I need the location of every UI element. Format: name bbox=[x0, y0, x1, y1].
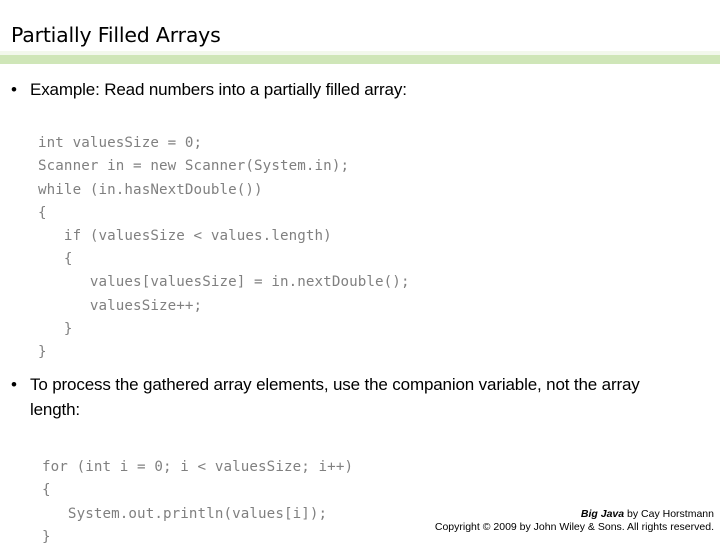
footer-byline: by Cay Horstmann bbox=[624, 508, 714, 520]
bullet-text-2: To process the gathered array elements, … bbox=[30, 375, 640, 419]
slide: Partially Filled Arrays • Example: Read … bbox=[0, 0, 720, 545]
footer-copyright: Copyright © 2009 by John Wiley & Sons. A… bbox=[434, 521, 714, 533]
bullet-row: • To process the gathered array elements… bbox=[0, 372, 690, 422]
bullet-row: • Example: Read numbers into a partially… bbox=[0, 77, 700, 102]
footer-book-title: Big Java bbox=[580, 508, 625, 520]
footer-attribution: Big Java by Cay Horstmann bbox=[435, 508, 714, 521]
bullet-marker-icon: • bbox=[11, 80, 17, 99]
bullet-item-1: • Example: Read numbers into a partially… bbox=[0, 77, 700, 102]
code-block-read-numbers: int valuesSize = 0; Scanner in = new Sca… bbox=[38, 135, 410, 361]
bullet-marker-icon: • bbox=[11, 375, 17, 394]
page-title: Partially Filled Arrays bbox=[11, 23, 221, 47]
slide-footer: Big Java by Cay Horstmann Copyright © 20… bbox=[435, 508, 714, 534]
bullet-text-1: Example: Read numbers into a partially f… bbox=[30, 80, 407, 99]
title-divider bbox=[0, 55, 720, 64]
code-block-process-elements: for (int i = 0; i < valuesSize; i++) { S… bbox=[42, 459, 354, 545]
bullet-item-2: • To process the gathered array elements… bbox=[0, 372, 690, 422]
